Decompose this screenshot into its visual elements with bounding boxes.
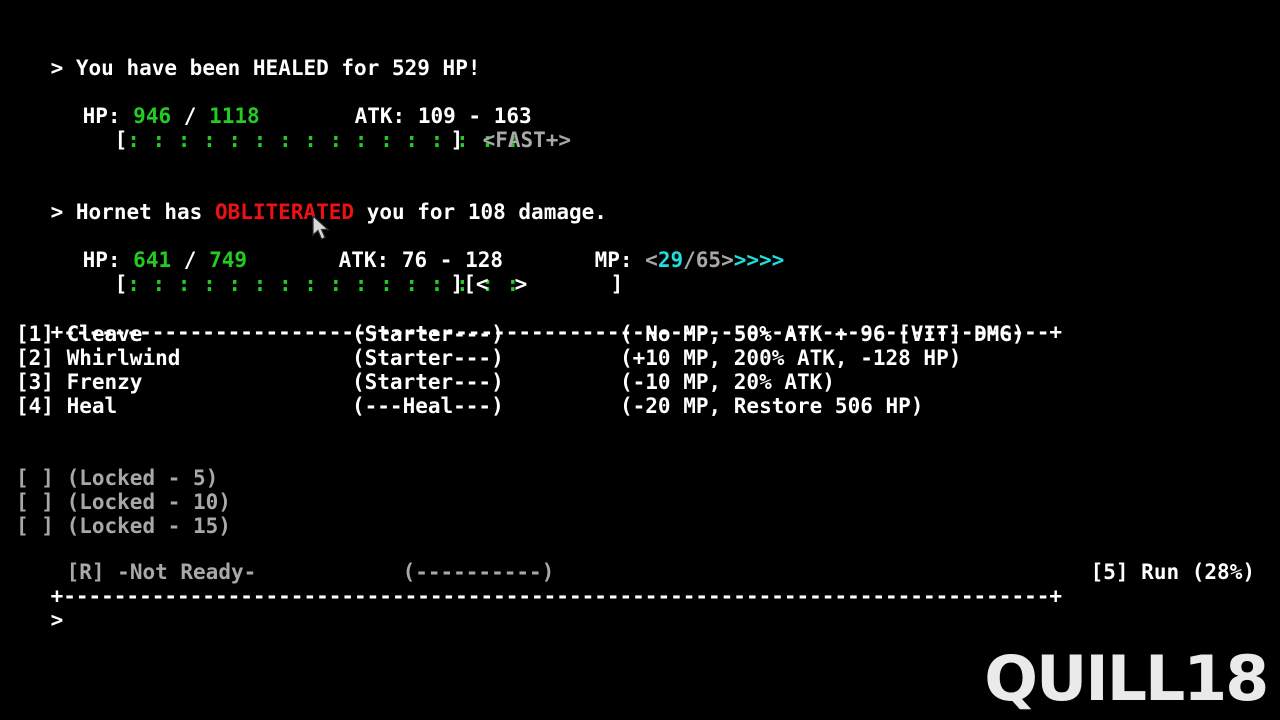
skill-tag-2: (Starter---) — [352, 346, 504, 370]
log-line-2-pre: Hornet has — [75, 200, 215, 224]
player-bar-open: [ — [114, 272, 128, 296]
player-mp-current: 29 — [657, 248, 684, 272]
skill-key: [2] — [16, 346, 54, 370]
terminal-screen: > You have been HEALED for 529 HP! HP: 9… — [0, 0, 1280, 720]
skill-detail: (-10 MP, 20% ATK) — [620, 370, 835, 394]
skill-row-1[interactable]: [1] Cleave — [16, 322, 142, 346]
locked-slot-1: [ ] (Locked - 5) — [16, 466, 218, 490]
run-label: Run — [1141, 560, 1180, 584]
player-mp-close: > — [721, 248, 734, 272]
skill-name: Heal — [66, 394, 118, 418]
skill-tag-1: (Starter---) — [352, 322, 504, 346]
player-speed-close: ] — [610, 272, 624, 296]
skill-tag-3: (Starter---) — [352, 370, 504, 394]
run-chance: (28%) — [1191, 560, 1255, 584]
skill-detail-1: ( No MP, 50% ATK + 96 [VIT] DMG) — [620, 322, 1025, 346]
separator-bottom: +---------------------------------------… — [0, 560, 1062, 632]
locked-slot-2: [ ] (Locked - 10) — [16, 490, 231, 514]
skill-detail-4: (-20 MP, Restore 506 HP) — [620, 394, 923, 418]
player-mp-max: 65 — [695, 248, 722, 272]
enemy-speed-tag: <FAST+> — [482, 128, 572, 152]
skill-name: Whirlwind — [66, 346, 181, 370]
player-speed-right: > — [514, 272, 528, 296]
skill-row-3[interactable]: [3] Frenzy — [16, 370, 142, 394]
skill-tag: (Starter---) — [352, 370, 504, 394]
skill-detail: ( No MP, 50% ATK + 96 [VIT] DMG) — [620, 322, 1025, 346]
enemy-bar-open: [ — [114, 128, 128, 152]
skill-key: [3] — [16, 370, 54, 394]
log-prompt-2: > — [50, 200, 64, 224]
skill-row-2[interactable]: [2] Whirlwind — [16, 346, 180, 370]
run-key: [5] — [1090, 560, 1129, 584]
watermark-text: QUILL18 — [983, 642, 1269, 715]
separator-bottom-text: +---------------------------------------… — [50, 584, 1063, 608]
player-bar-close: ] — [450, 272, 464, 296]
skill-detail: (-20 MP, Restore 506 HP) — [620, 394, 924, 418]
skill-detail: (+10 MP, 200% ATK, -128 HP) — [620, 346, 962, 370]
locked-slot-label: (Locked - 5) — [66, 466, 219, 490]
command-prompt: > — [50, 608, 64, 632]
player-mp-open: < — [645, 248, 658, 272]
skill-row-4[interactable]: [4] Heal — [16, 394, 117, 418]
log-line-2-keyword: OBLITERATED — [214, 200, 355, 224]
locked-slot-key: [ ] — [16, 514, 54, 538]
log-line-2-post: you for 108 damage. — [354, 200, 607, 224]
run-action[interactable]: [5] Run (28%) — [1040, 536, 1255, 608]
quill18-watermark: QUILL18 — [983, 642, 1269, 715]
skill-detail-2: (+10 MP, 200% ATK, -128 HP) — [620, 346, 961, 370]
locked-slot-key: [ ] — [16, 466, 54, 490]
player-mp-slash: / — [683, 248, 696, 272]
locked-slot-key: [ ] — [16, 490, 54, 514]
skill-detail-3: (-10 MP, 20% ATK) — [620, 370, 835, 394]
player-mp-arrows: >>>> — [733, 248, 785, 272]
enemy-speed-tag-wrap: <FAST+> — [432, 104, 572, 176]
skill-name: Cleave — [66, 322, 143, 346]
log-line-1-pre: You have been — [75, 56, 253, 80]
log-prompt-1: > — [50, 56, 64, 80]
command-input-row[interactable]: > — [0, 584, 64, 656]
locked-slot-3: [ ] (Locked - 15) — [16, 514, 231, 538]
skill-tag: (Starter---) — [352, 322, 504, 346]
skill-key: [1] — [16, 322, 54, 346]
locked-slot-label: (Locked - 15) — [66, 514, 231, 538]
locked-slot-label: (Locked - 10) — [66, 490, 231, 514]
skill-tag-4: (---Heal---) — [352, 394, 504, 418]
log-line-1-post: for 529 HP! — [328, 56, 481, 80]
skill-name: Frenzy — [66, 370, 143, 394]
log-line-1-keyword: HEALED — [252, 56, 329, 80]
skill-tag: (---Heal---) — [352, 394, 504, 418]
skill-key: [4] — [16, 394, 54, 418]
skill-tag: (Starter---) — [352, 346, 504, 370]
